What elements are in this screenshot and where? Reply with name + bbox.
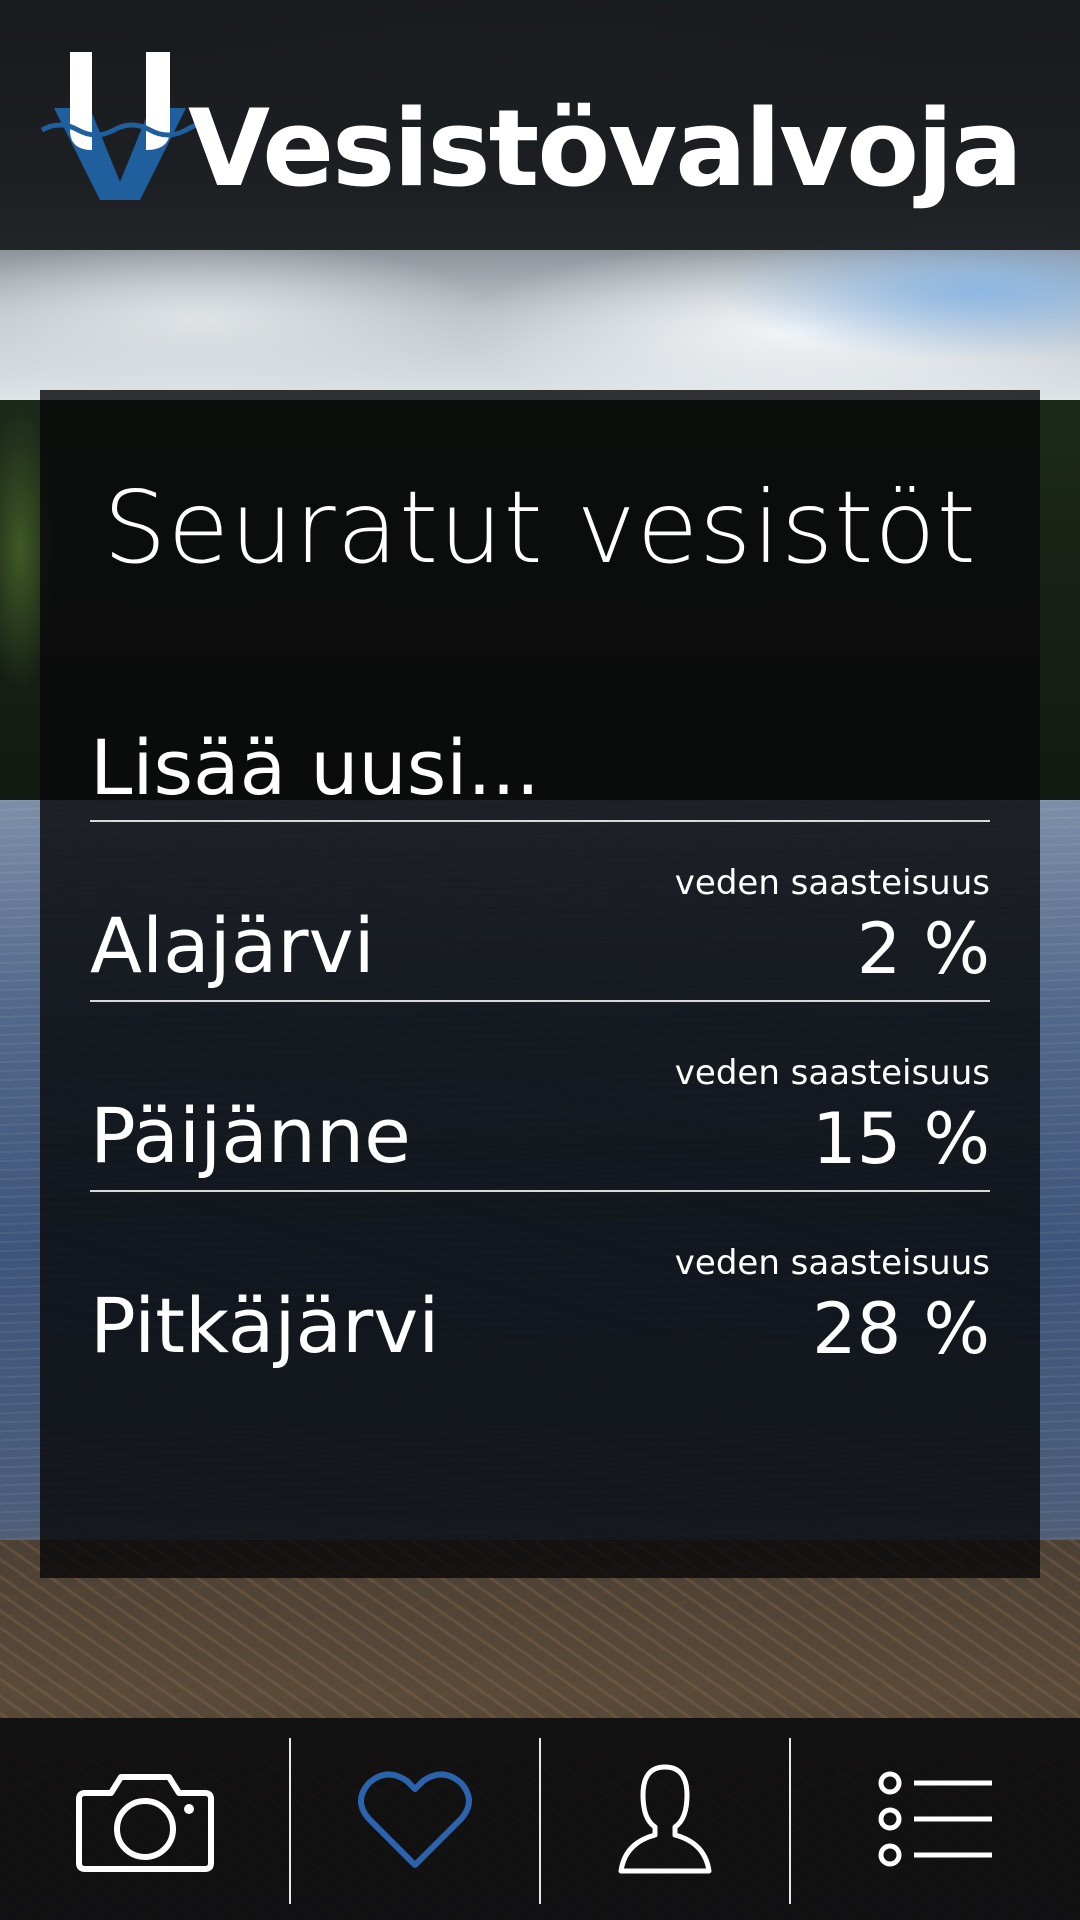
lake-name: Alajärvi: [90, 901, 375, 990]
nav-camera-button[interactable]: [0, 1718, 290, 1920]
bottom-navigation: [0, 1718, 1080, 1920]
nav-favorites-button[interactable]: [291, 1718, 539, 1920]
lake-name: Päijänne: [90, 1091, 411, 1180]
pollution-value: 28 %: [812, 1288, 990, 1370]
lake-row-pitkajarvi[interactable]: veden saasteisuus Pitkäjärvi 28 %: [90, 1206, 990, 1380]
lake-row-paijanne[interactable]: veden saasteisuus Päijänne 15 %: [90, 1016, 990, 1192]
lake-row-alajarvi[interactable]: veden saasteisuus Alajärvi 2 %: [90, 826, 990, 1002]
pollution-value: 2 %: [856, 908, 990, 990]
heart-icon: [358, 1771, 472, 1868]
nav-menu-button[interactable]: [791, 1718, 1080, 1920]
followed-lakes-panel: Seuratut vesistöt Lisää uusi... veden sa…: [40, 390, 1040, 1578]
add-new-lake-button[interactable]: Lisää uusi...: [90, 720, 990, 822]
pollution-label: veden saasteisuus: [674, 863, 990, 903]
app-header: Vesistövalvoja: [0, 0, 1080, 250]
lake-name: Pitkäjärvi: [90, 1281, 440, 1370]
app-name: Vesistövalvoja: [188, 87, 1023, 210]
add-new-label: Lisää uusi...: [90, 723, 540, 812]
profile-icon: [618, 1764, 712, 1874]
app-logo-icon: [40, 52, 200, 200]
pollution-value: 15 %: [812, 1098, 990, 1180]
menu-list-icon: [878, 1771, 992, 1867]
camera-icon: [76, 1774, 214, 1872]
pollution-label: veden saasteisuus: [674, 1243, 990, 1283]
page-title: Seuratut vesistöt: [103, 469, 977, 586]
pollution-label: veden saasteisuus: [674, 1053, 990, 1093]
nav-profile-button[interactable]: [541, 1718, 789, 1920]
